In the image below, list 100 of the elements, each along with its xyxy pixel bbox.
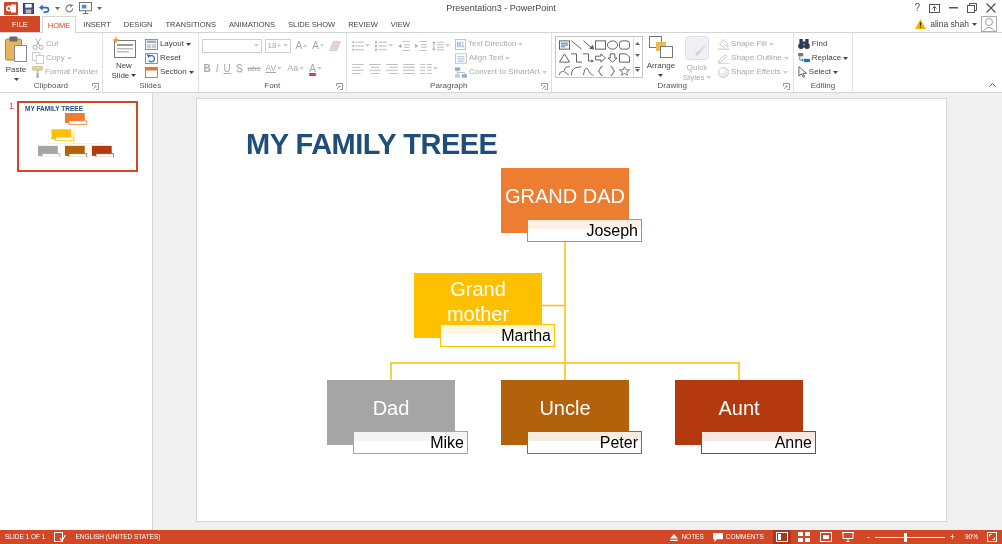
slide-number: 1: [9, 101, 15, 112]
grid-icon: [797, 532, 810, 542]
rectangle-shape-icon[interactable]: [594, 40, 606, 50]
increase-indent-icon: [414, 40, 427, 51]
presentation-screen-icon[interactable]: [79, 2, 92, 14]
arrange-icon: [648, 36, 673, 58]
new-slide-icon: [111, 36, 136, 58]
layout-button[interactable]: Layout: [143, 37, 192, 51]
group-label: Paragraph: [430, 81, 468, 91]
right-brace-shape-icon[interactable]: [609, 66, 615, 76]
decrease-indent-icon: [397, 40, 410, 51]
section-icon: [144, 66, 158, 78]
section-button[interactable]: Section: [143, 65, 195, 79]
warning-icon: [915, 19, 927, 29]
dialog-launcher-icon[interactable]: [91, 82, 99, 90]
group-label: Clipboard: [33, 81, 69, 91]
ribbon-display-icon[interactable]: [929, 3, 940, 13]
repeat-icon[interactable]: [65, 3, 74, 13]
name-label: Anne: [701, 431, 816, 454]
shapes-gallery[interactable]: [554, 36, 643, 78]
arc-shape-icon[interactable]: [570, 66, 582, 76]
zoom-slider-thumb[interactable]: [904, 532, 907, 542]
fit-to-window-icon[interactable]: [987, 532, 997, 542]
group-label: Slides: [139, 81, 162, 91]
binoculars-icon: [797, 39, 810, 49]
arrow-shape-icon[interactable]: [582, 40, 594, 50]
right-arrow-shape-icon[interactable]: [594, 53, 606, 63]
left-brace-shape-icon[interactable]: [597, 66, 603, 76]
dialog-launcher-icon[interactable]: [540, 82, 548, 90]
comment-icon: [712, 532, 723, 542]
app-logo-icon: [4, 1, 18, 15]
rounded-rectangle-shape-icon[interactable]: [618, 40, 630, 50]
zoom-in-button[interactable]: +: [948, 530, 956, 544]
bullet-list-icon: [351, 40, 364, 51]
select-button[interactable]: Select: [796, 65, 840, 79]
elbow-connector-shape-icon[interactable]: [570, 53, 582, 63]
align-left-icon: [351, 63, 364, 74]
curve-shape-icon[interactable]: [582, 66, 594, 76]
align-center-icon: [368, 63, 381, 74]
scroll-up-icon[interactable]: [635, 41, 641, 45]
minimize-icon[interactable]: [949, 7, 958, 9]
name-label: Joseph: [527, 219, 642, 242]
line-shape-icon[interactable]: [570, 40, 582, 50]
screen-icon: [841, 532, 854, 542]
eraser-icon: [328, 40, 341, 51]
name-label: Mike: [353, 431, 468, 454]
more-icon[interactable]: [635, 67, 641, 73]
find-button[interactable]: Find: [796, 37, 829, 51]
dialog-launcher-icon[interactable]: [335, 82, 343, 90]
paintbrush-icon: [32, 66, 43, 78]
snip-rectangle-shape-icon[interactable]: [618, 53, 630, 63]
new-slide-button[interactable]: New Slide: [105, 35, 142, 81]
clipboard-icon: [5, 36, 27, 62]
caret-icon[interactable]: [97, 6, 102, 10]
scroll-down-icon[interactable]: [635, 54, 641, 58]
reading-view-icon: [819, 532, 832, 542]
save-icon[interactable]: [23, 2, 34, 14]
up-triangle-icon: [670, 533, 679, 541]
freeform-shape-icon[interactable]: [558, 66, 570, 76]
restore-icon[interactable]: [967, 3, 977, 13]
triangle-shape-icon[interactable]: [558, 53, 570, 63]
name-label: Martha: [440, 324, 555, 347]
pencil-icon: [718, 52, 730, 64]
arrange-button[interactable]: Arrange: [644, 35, 678, 77]
copy-icon: [32, 52, 44, 64]
quick-styles-icon: [685, 36, 710, 60]
reset-button[interactable]: Reset: [143, 51, 182, 65]
group-label: Editing: [810, 81, 836, 91]
normal-view-button[interactable]: [772, 530, 791, 544]
line-spacing-icon: [431, 40, 444, 51]
account-menu[interactable]: alina shah: [930, 18, 977, 30]
layout-icon: [144, 38, 158, 50]
group-label: Drawing: [657, 81, 687, 91]
dialog-launcher-icon[interactable]: [782, 82, 790, 90]
text-box-shape-icon[interactable]: [558, 40, 570, 50]
columns-icon: [419, 63, 432, 74]
justify-icon: [402, 63, 415, 74]
scissors-icon: [32, 38, 44, 50]
name-label: Peter: [527, 431, 642, 454]
normal-view-icon: [775, 532, 788, 542]
oval-shape-icon[interactable]: [606, 40, 618, 50]
group-label: Font: [264, 81, 281, 91]
close-icon[interactable]: [986, 3, 996, 13]
elbow-arrow-shape-icon[interactable]: [582, 53, 594, 63]
down-arrow-shape-icon[interactable]: [606, 53, 618, 63]
help-button[interactable]: ?: [914, 2, 920, 14]
align-text-icon: [454, 52, 467, 64]
numbered-list-icon: [374, 40, 387, 51]
collapse-ribbon-icon[interactable]: [989, 83, 996, 87]
caret-icon[interactable]: [55, 6, 60, 10]
window-title: Presentation3 - PowerPoint: [446, 2, 556, 14]
replace-icon: [797, 53, 810, 63]
zoom-out-button[interactable]: -: [865, 530, 871, 544]
page-check-icon[interactable]: [54, 532, 67, 542]
replace-button[interactable]: Replace: [796, 51, 850, 65]
star-shape-icon[interactable]: [618, 66, 630, 76]
undo-icon[interactable]: [39, 3, 50, 13]
diagram-icon: [454, 66, 467, 78]
reset-icon: [144, 52, 158, 64]
paste-button[interactable]: Paste: [3, 35, 29, 81]
